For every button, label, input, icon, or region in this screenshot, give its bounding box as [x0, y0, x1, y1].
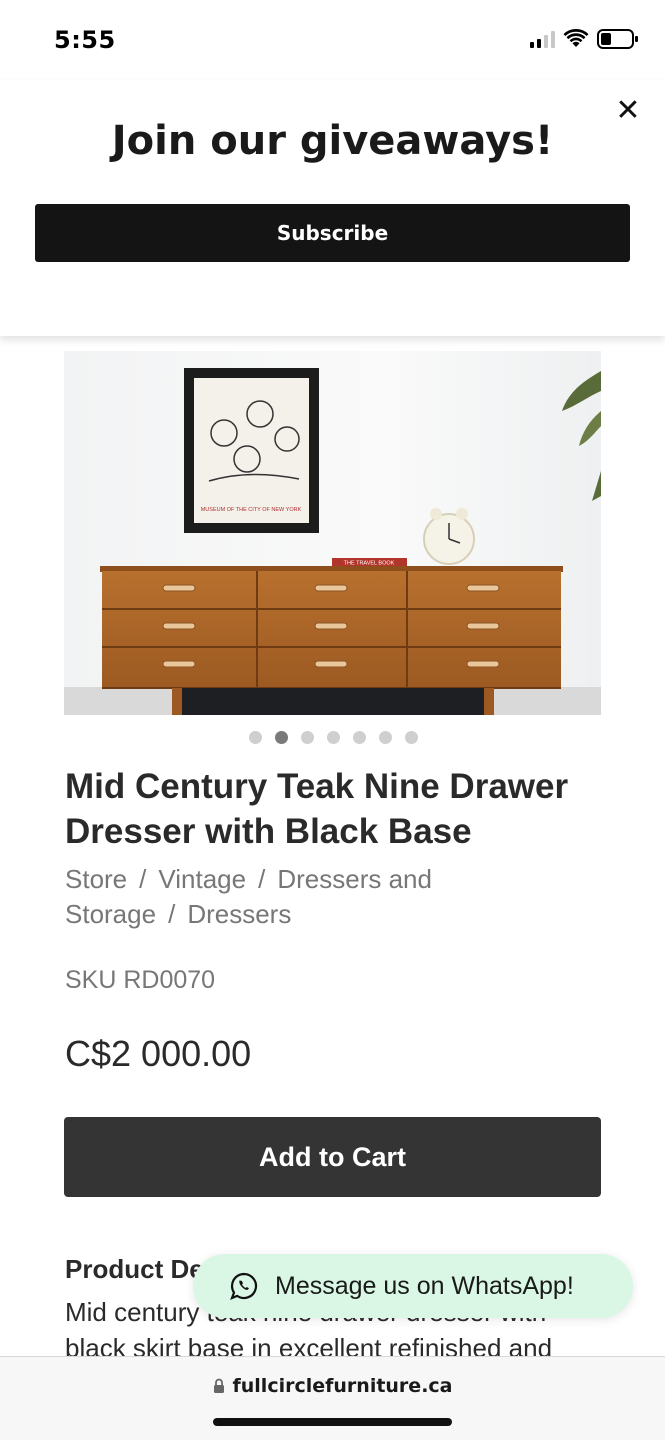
breadcrumb-separator: /: [139, 864, 147, 894]
breadcrumb-separator: /: [258, 864, 266, 894]
breadcrumb-store[interactable]: Store: [65, 864, 127, 894]
carousel-dot[interactable]: [249, 731, 262, 744]
carousel-dot[interactable]: [405, 731, 418, 744]
popup-title: Join our giveaways!: [111, 118, 554, 164]
giveaway-popup: ✕ Join our giveaways! Subscribe: [0, 80, 665, 336]
carousel-dots: [249, 731, 418, 744]
url-display[interactable]: fullcirclefurniture.ca: [0, 1375, 665, 1397]
product-sku: SKU RD0070: [65, 966, 216, 994]
breadcrumb-dressers[interactable]: Dressers: [187, 899, 291, 929]
product-image[interactable]: MUSEUM OF THE CITY OF NEW YORK THE TRAVE…: [64, 351, 601, 715]
carousel-dot-active[interactable]: [275, 731, 288, 744]
browser-url-bar: fullcirclefurniture.ca: [0, 1356, 665, 1440]
description-heading: Product De: [65, 1254, 204, 1284]
carousel-dot[interactable]: [353, 731, 366, 744]
home-indicator[interactable]: [213, 1418, 452, 1426]
carousel-dot[interactable]: [379, 731, 392, 744]
product-title: Mid Century Teak Nine Drawer Dresser wit…: [65, 767, 569, 851]
wifi-icon: [563, 29, 589, 47]
subscribe-button[interactable]: Subscribe: [35, 204, 630, 262]
breadcrumb-separator: /: [168, 899, 176, 929]
lock-icon: [213, 1378, 224, 1393]
url-text: fullcirclefurniture.ca: [232, 1375, 453, 1397]
book-caption: THE TRAVEL BOOK: [344, 561, 395, 567]
status-icons: [530, 28, 639, 50]
add-to-cart-button[interactable]: Add to Cart: [64, 1117, 601, 1197]
breadcrumb-vintage[interactable]: Vintage: [158, 864, 246, 894]
whatsapp-icon: [230, 1272, 258, 1300]
carousel-dot[interactable]: [301, 731, 314, 744]
battery-icon: [597, 29, 638, 49]
whatsapp-label: Message us on WhatsApp!: [275, 1271, 574, 1300]
breadcrumb: Store / Vintage / Dressers and Storage / Dress…: [65, 862, 535, 932]
poster-caption: MUSEUM OF THE CITY OF NEW YORK: [201, 507, 302, 513]
signal-icon: [530, 30, 555, 48]
status-bar: 5:55: [0, 0, 665, 80]
status-time: 5:55: [54, 26, 116, 54]
whatsapp-button[interactable]: Message us on WhatsApp!: [193, 1254, 633, 1318]
carousel-dot[interactable]: [327, 731, 340, 744]
product-price: C$2 000.00: [65, 1033, 252, 1074]
